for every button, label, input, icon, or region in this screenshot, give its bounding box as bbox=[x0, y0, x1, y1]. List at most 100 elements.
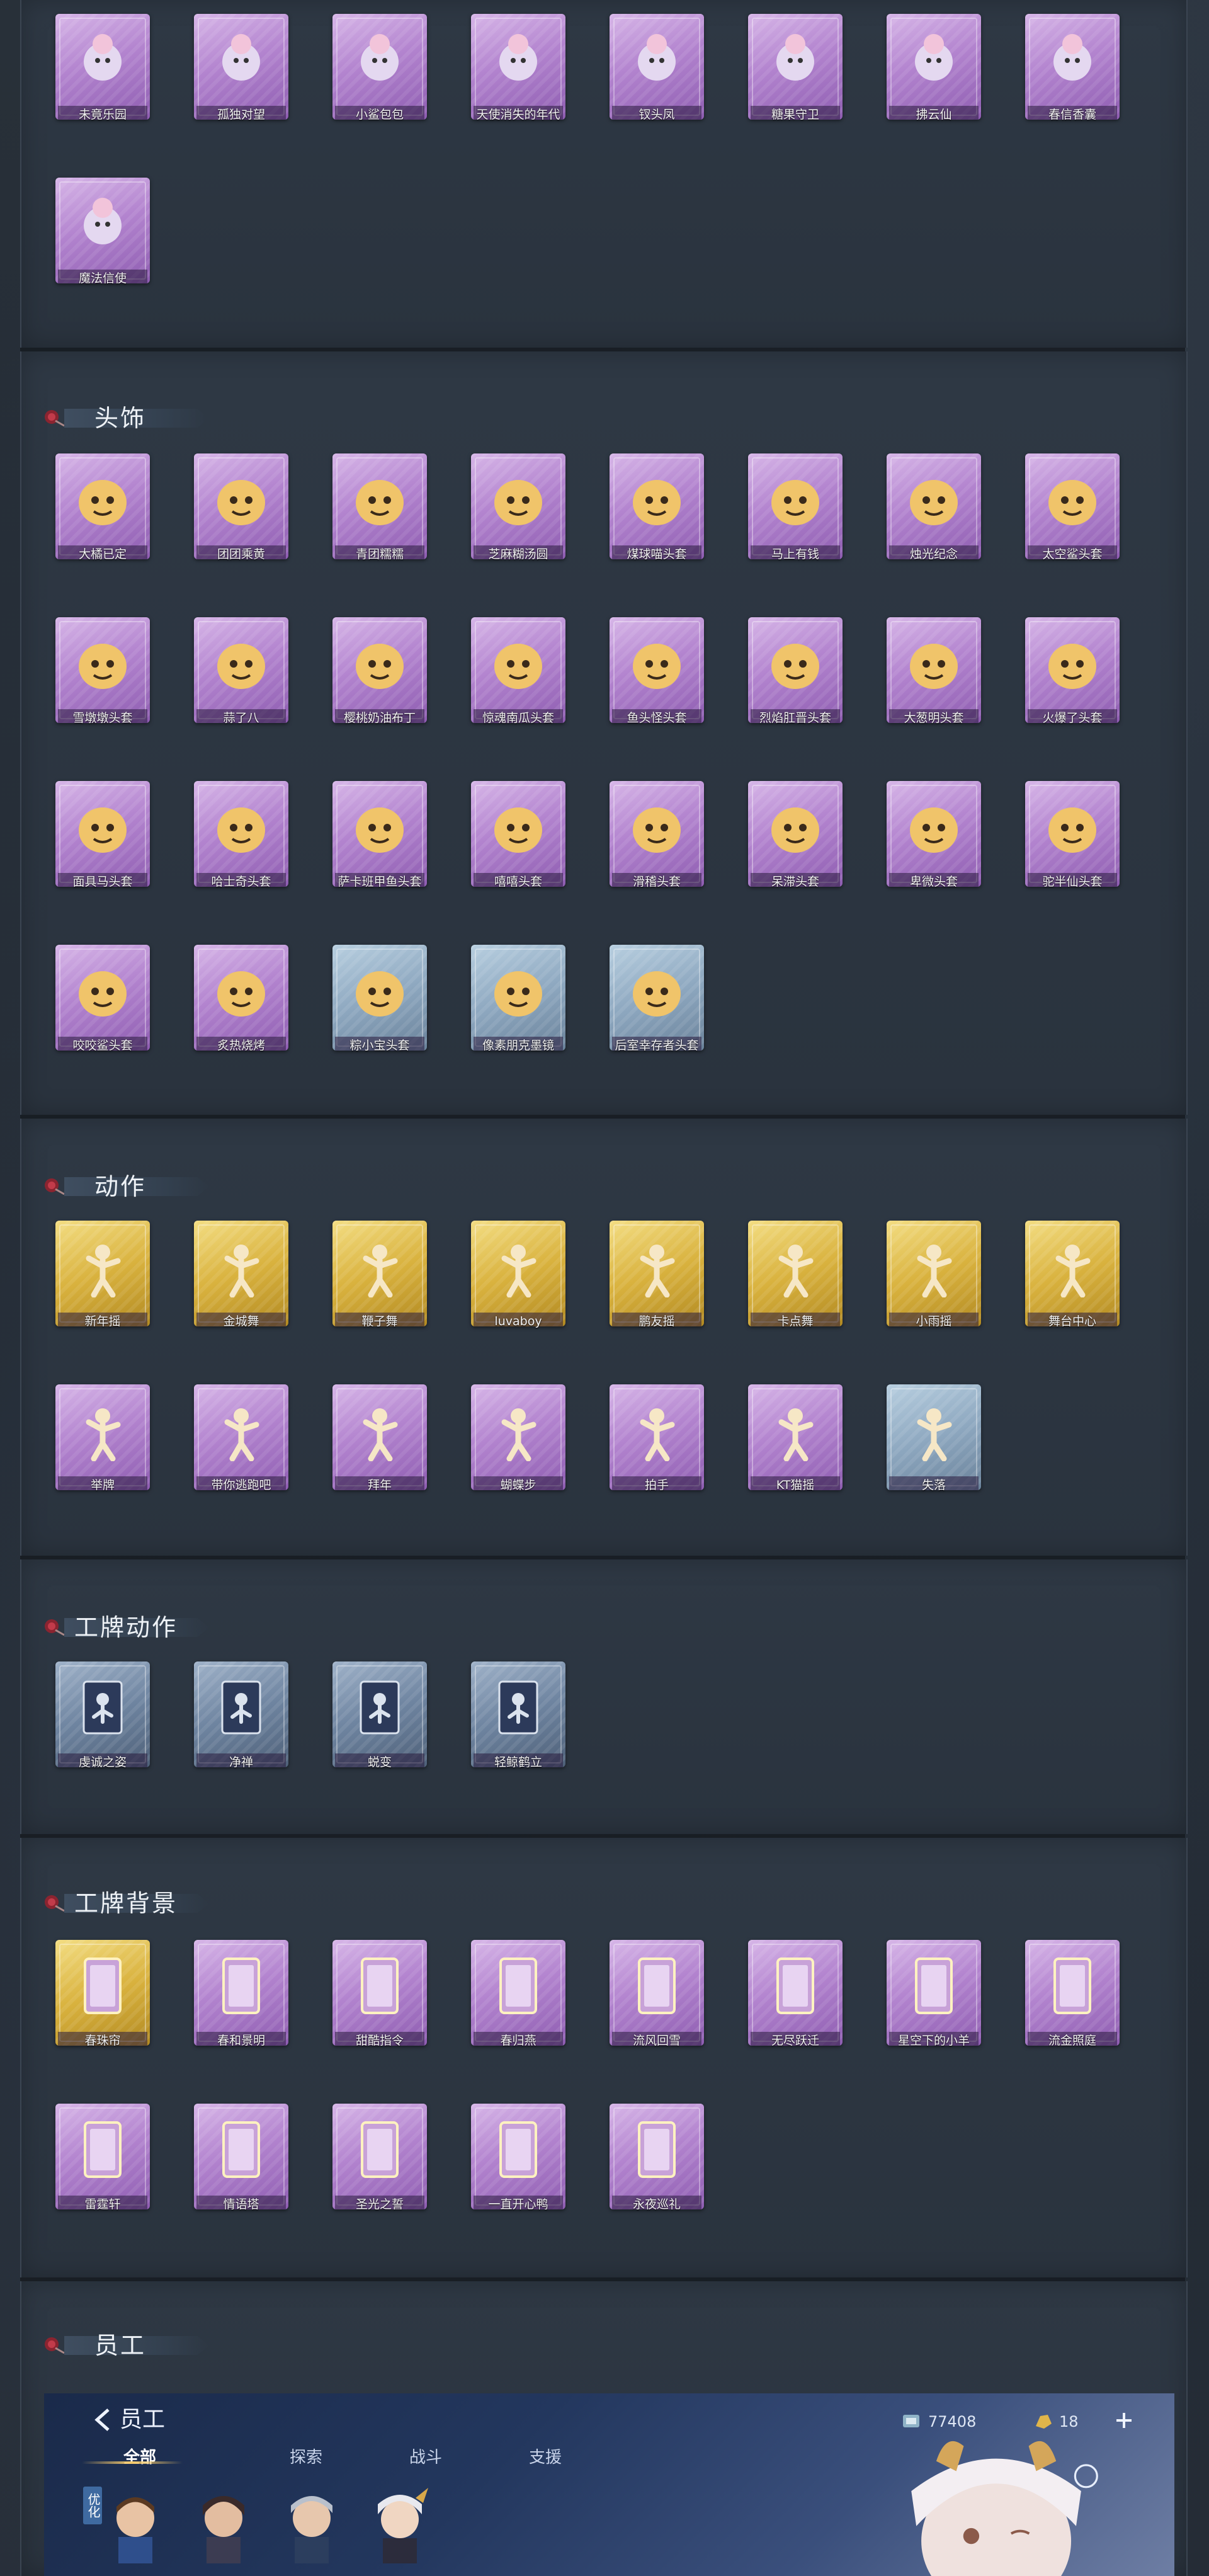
item-label: 新年摇 bbox=[84, 1314, 121, 1328]
item-card[interactable]: 蒜了八 bbox=[194, 617, 288, 742]
item-card[interactable]: 大橘已定 bbox=[55, 453, 150, 578]
item-card[interactable]: 金城舞 bbox=[194, 1221, 288, 1345]
rarity-frame bbox=[1025, 781, 1120, 887]
add-icon[interactable] bbox=[1115, 2411, 1133, 2430]
candle-head-icon bbox=[910, 480, 958, 525]
item-card[interactable]: 雷霆轩 bbox=[55, 2104, 150, 2228]
item-card[interactable]: 滑稽头套 bbox=[610, 781, 704, 906]
item-card[interactable]: 春珠帘 bbox=[55, 1940, 150, 2065]
item-card[interactable]: 太空鲨头套 bbox=[1025, 453, 1120, 578]
item-card[interactable]: 樱桃奶油布丁 bbox=[332, 617, 427, 742]
item-card[interactable]: 火爆了头套 bbox=[1025, 617, 1120, 742]
item-card[interactable]: 无尽跃迁 bbox=[748, 1940, 843, 2065]
item-card[interactable]: 后室幸存者头套 bbox=[610, 945, 704, 1069]
item-card[interactable]: 永夜巡礼 bbox=[610, 2104, 704, 2228]
item-card[interactable]: 烛光纪念 bbox=[887, 453, 981, 578]
item-card[interactable]: 鞭子舞 bbox=[332, 1221, 427, 1345]
item-card[interactable]: 蝴蝶步 bbox=[471, 1384, 565, 1509]
item-card[interactable]: 举牌 bbox=[55, 1384, 150, 1509]
item-card[interactable]: 鱼头怪头套 bbox=[610, 617, 704, 742]
item-card[interactable]: 小雨摇 bbox=[887, 1221, 981, 1345]
item-label: KT猫摇 bbox=[776, 1478, 815, 1492]
item-card[interactable]: 糖果守卫 bbox=[748, 14, 843, 139]
item-card[interactable]: 萨卡班甲鱼头套 bbox=[332, 781, 427, 906]
item-card[interactable]: 炙热烧烤 bbox=[194, 945, 288, 1069]
item-card[interactable]: 魔法信使 bbox=[55, 178, 150, 302]
item-card[interactable]: 咬咬鲨头套 bbox=[55, 945, 150, 1069]
item-card[interactable]: 鹏友摇 bbox=[610, 1221, 704, 1345]
item-card[interactable]: 一直开心鸭 bbox=[471, 2104, 565, 2228]
staff-avatar[interactable] bbox=[277, 2488, 346, 2563]
item-card[interactable]: 马上有钱 bbox=[748, 453, 843, 578]
item-card[interactable]: 团团乘黄 bbox=[194, 453, 288, 578]
item-card[interactable]: 未竟乐园 bbox=[55, 14, 150, 139]
item-card[interactable]: 卑微头套 bbox=[887, 781, 981, 906]
item-card[interactable]: 春归燕 bbox=[471, 1940, 565, 2065]
item-card[interactable]: 虔诚之姿 bbox=[55, 1661, 150, 1786]
rarity-frame bbox=[748, 453, 843, 559]
item-card[interactable]: 面具马头套 bbox=[55, 781, 150, 906]
item-card[interactable]: 春信香囊 bbox=[1025, 14, 1120, 139]
item-card[interactable]: 惊魂南瓜头套 bbox=[471, 617, 565, 742]
item-card[interactable]: 雪墩墩头套 bbox=[55, 617, 150, 742]
rarity-frame bbox=[471, 617, 565, 723]
rarity-frame bbox=[471, 1661, 565, 1767]
item-card[interactable]: 带你逃跑吧 bbox=[194, 1384, 288, 1509]
survivor-helmet-icon bbox=[633, 971, 681, 1017]
item-card[interactable]: 呆滞头套 bbox=[748, 781, 843, 906]
item-card[interactable]: luvaboy bbox=[471, 1221, 565, 1345]
tab-support[interactable]: 支援 bbox=[529, 2445, 562, 2470]
section-title: 工牌动作 bbox=[74, 1614, 178, 1641]
item-card[interactable]: 烈焰肛晋头套 bbox=[748, 617, 843, 742]
item-card[interactable]: 净禅 bbox=[194, 1661, 288, 1786]
item-card[interactable]: 失落 bbox=[887, 1384, 981, 1509]
item-label: 青团糯糯 bbox=[355, 547, 404, 561]
tab-battle[interactable]: 战斗 bbox=[409, 2445, 442, 2470]
item-card[interactable]: 卡点舞 bbox=[748, 1221, 843, 1345]
rarity-frame bbox=[55, 14, 150, 120]
item-card[interactable]: 像素朋克墨镜 bbox=[471, 945, 565, 1069]
item-card[interactable]: 流金照庭 bbox=[1025, 1940, 1120, 2065]
pink-card-icon bbox=[361, 1958, 399, 2014]
item-card[interactable]: 粽小宝头套 bbox=[332, 945, 427, 1069]
item-card[interactable]: 轻鲸鹤立 bbox=[471, 1661, 565, 1786]
item-card[interactable]: 天使消失的年代 bbox=[471, 14, 565, 139]
staff-avatar[interactable] bbox=[189, 2488, 258, 2563]
item-card[interactable]: 甜酷指令 bbox=[332, 1940, 427, 2065]
butterfly-pose-icon bbox=[501, 1408, 536, 1461]
item-card[interactable]: 情语塔 bbox=[194, 2104, 288, 2228]
item-card[interactable]: 嘻嘻头套 bbox=[471, 781, 565, 906]
avatar-portrait-icon bbox=[291, 2496, 332, 2563]
tab-all[interactable]: 全部 bbox=[123, 2445, 156, 2470]
item-card[interactable]: 驼半仙头套 bbox=[1025, 781, 1120, 906]
item-card[interactable]: 钗头凤 bbox=[610, 14, 704, 139]
item-label: 春归燕 bbox=[500, 2034, 536, 2048]
tab-explore[interactable]: 探索 bbox=[290, 2445, 322, 2470]
rarity-frame bbox=[887, 453, 981, 559]
item-card[interactable]: 春和景明 bbox=[194, 1940, 288, 2065]
rarity-frame bbox=[55, 1661, 150, 1767]
item-card[interactable]: 新年摇 bbox=[55, 1221, 150, 1345]
item-card[interactable]: 哈士奇头套 bbox=[194, 781, 288, 906]
back-arrow-icon[interactable] bbox=[91, 2407, 116, 2432]
item-card[interactable]: 小鲨包包 bbox=[332, 14, 427, 139]
rarity-frame bbox=[610, 453, 704, 559]
item-card[interactable]: 孤独对望 bbox=[194, 14, 288, 139]
item-card[interactable]: 流风回雪 bbox=[610, 1940, 704, 2065]
item-card[interactable]: 舞台中心 bbox=[1025, 1221, 1120, 1345]
item-card[interactable]: 煤球喵头套 bbox=[610, 453, 704, 578]
item-card[interactable]: 芝麻糊汤圆 bbox=[471, 453, 565, 578]
item-card[interactable]: KT猫摇 bbox=[748, 1384, 843, 1509]
item-card[interactable]: 大葱明头套 bbox=[887, 617, 981, 742]
section-header-actions: 动作 bbox=[39, 1171, 209, 1199]
item-card[interactable]: 圣光之誓 bbox=[332, 2104, 427, 2228]
item-card[interactable]: 蜕变 bbox=[332, 1661, 427, 1786]
item-label: 拂云仙 bbox=[916, 108, 952, 122]
staff-avatar[interactable] bbox=[101, 2488, 170, 2563]
item-card[interactable]: 青团糯糯 bbox=[332, 453, 427, 578]
item-card[interactable]: 拍手 bbox=[610, 1384, 704, 1509]
item-card[interactable]: 拂云仙 bbox=[887, 14, 981, 139]
item-card[interactable]: 星空下的小羊 bbox=[887, 1940, 981, 2065]
item-card[interactable]: 拜年 bbox=[332, 1384, 427, 1509]
staff-avatar[interactable] bbox=[365, 2488, 434, 2563]
